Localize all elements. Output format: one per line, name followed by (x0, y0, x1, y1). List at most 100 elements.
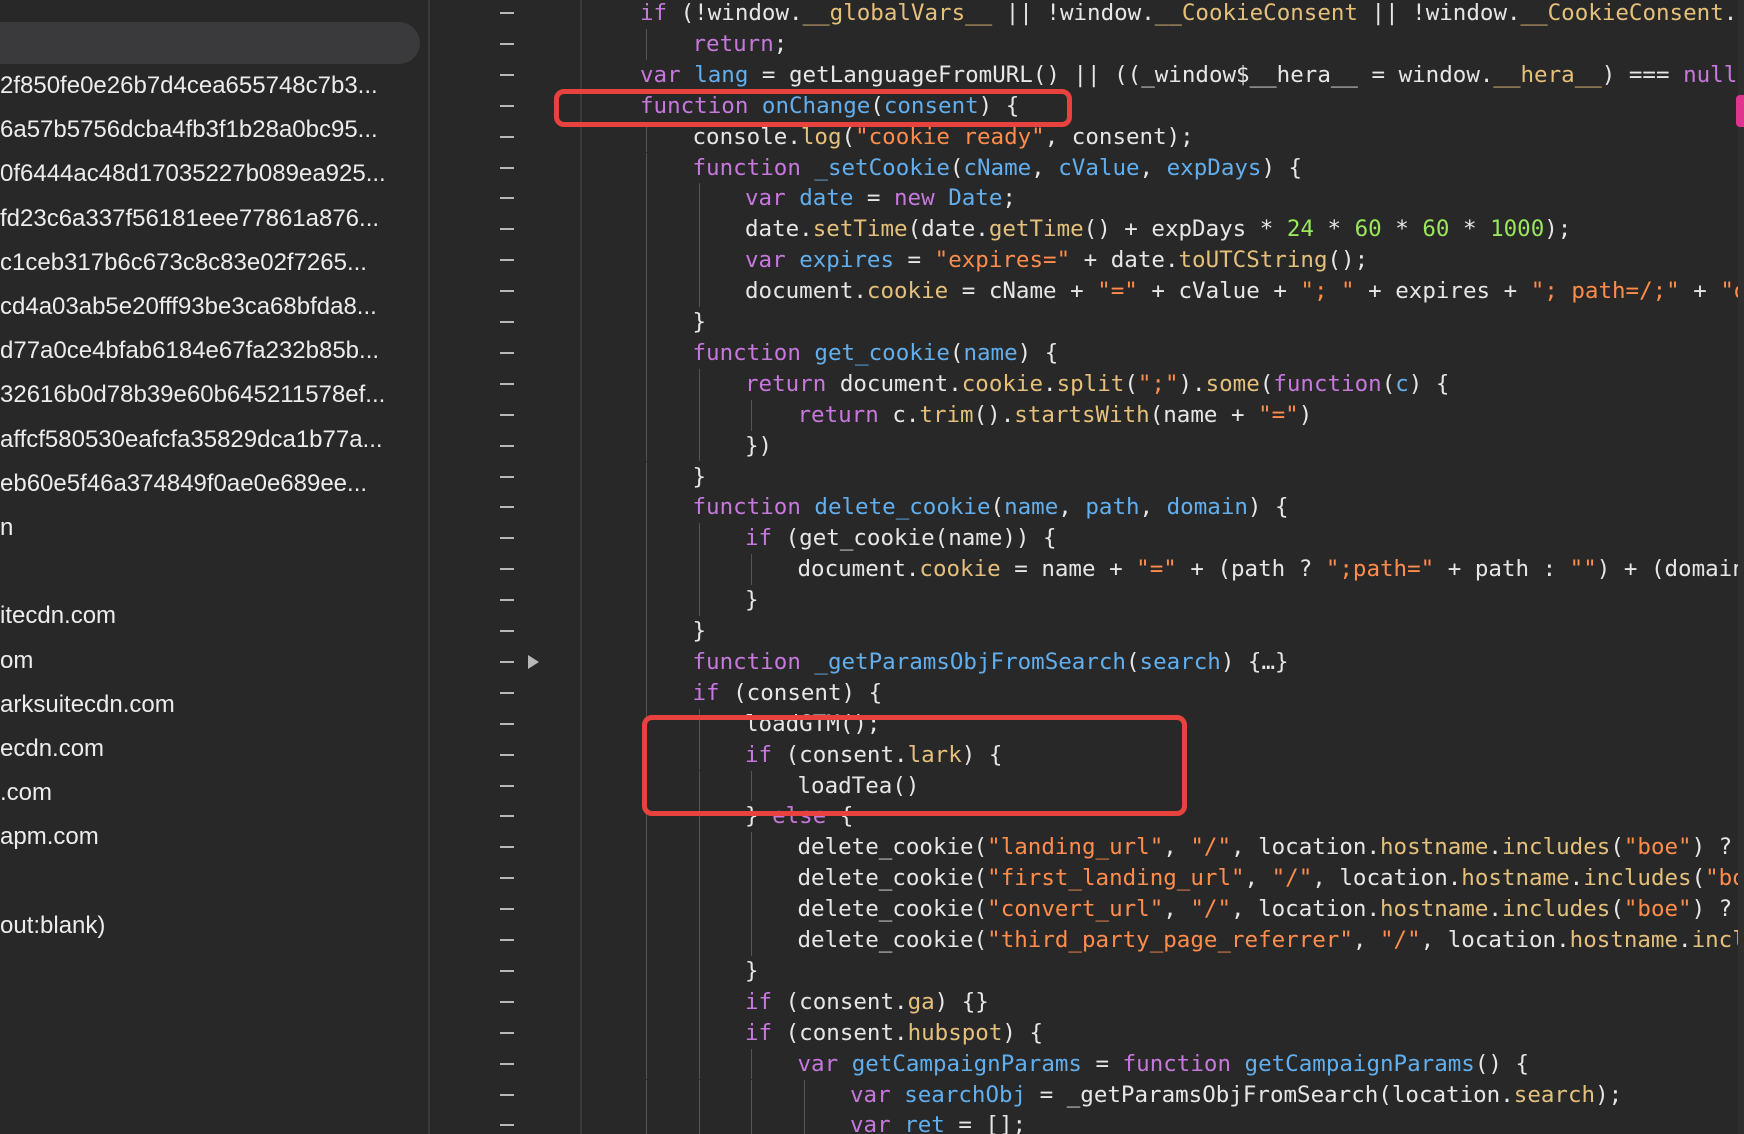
code-line[interactable]: delete_cookie("first_landing_url", "/", … (430, 863, 1744, 895)
indent-guide (646, 955, 647, 987)
code-token: ( (949, 339, 964, 366)
code-line[interactable]: if (consent.ga) {} (430, 986, 1744, 1018)
source-file-item[interactable]: .com (0, 773, 420, 813)
code-token: = (1081, 1050, 1123, 1077)
code-line[interactable]: var ret = []; (430, 1110, 1744, 1134)
code-line[interactable]: } (430, 616, 1744, 647)
indent-guide (698, 832, 700, 864)
code-line[interactable]: delete_cookie("third_party_page_referrer… (430, 925, 1744, 956)
code-line[interactable]: if (consent.lark) { (430, 739, 1744, 771)
code-text: delete_cookie("first_landing_url", "/", … (798, 863, 1744, 894)
code-token: ) {…} (1220, 648, 1289, 675)
code-line[interactable]: console.log("cookie ready", consent); (430, 121, 1744, 153)
code-line[interactable]: var date = new Date; (430, 183, 1744, 215)
code-line[interactable]: function _getParamsObjFromSearch(search)… (430, 646, 1744, 678)
code-token: if (745, 525, 773, 552)
indent-guide (646, 1048, 647, 1080)
code-line[interactable]: delete_cookie("convert_url", "/", locati… (430, 894, 1744, 925)
code-line[interactable]: function _setCookie(cName, cValue, expDa… (430, 152, 1744, 184)
code-line[interactable]: if (!window.__globalVars__ || !window.__… (430, 0, 1744, 29)
code-token: ( (841, 123, 856, 150)
code-line[interactable]: var expires = "expires=" + date.toUTCStr… (430, 245, 1744, 277)
source-file-item[interactable]: arksuitecdn.com (0, 685, 420, 725)
source-file-item[interactable]: 6a57b5756dcba4fb3f1b28a0bc95... (0, 110, 420, 150)
source-file-item[interactable]: itecdn.com (0, 596, 420, 636)
code-line[interactable]: if (consent.hubspot) { (430, 1017, 1744, 1049)
code-line[interactable]: } (430, 307, 1744, 338)
code-token: ( (990, 494, 1005, 521)
source-file-item[interactable]: affcf580530eafcfa35829dca1b77a... (0, 420, 420, 460)
code-line[interactable]: var lang = getLanguageFromURL() || ((_wi… (430, 60, 1744, 91)
indent-guide (646, 307, 647, 338)
code-line[interactable]: document.cookie = cName + "=" + cValue +… (430, 276, 1744, 307)
code-line[interactable]: document.cookie = name + "=" + (path ? "… (430, 554, 1744, 586)
source-file-item[interactable]: c1ceb317b6c673c8c83e02f7265... (0, 243, 420, 283)
source-file-item[interactable]: out:blank) (0, 906, 420, 946)
source-file-item[interactable]: apm.com (0, 817, 420, 857)
line-gutter-marker (500, 1093, 514, 1096)
code-token: "; path=/;" (1530, 278, 1680, 305)
source-file-item[interactable]: om (0, 641, 420, 681)
code-line[interactable]: function onChange(consent) { (430, 91, 1744, 122)
line-gutter-marker (500, 908, 514, 911)
source-file-item[interactable]: ecdn.com (0, 729, 420, 769)
code-token: ( (1259, 370, 1274, 397)
code-editor[interactable]: if (!window.__globalVars__ || !window.__… (430, 0, 1744, 1134)
code-line[interactable]: if (get_cookie(name)) { (430, 523, 1744, 555)
code-line[interactable]: if (consent) { (430, 677, 1744, 709)
code-line[interactable]: loadGTM(); (430, 708, 1744, 740)
code-line[interactable]: } (430, 461, 1744, 493)
source-file-item[interactable]: d77a0ce4bfab6184e67fa232b85b... (0, 331, 420, 371)
code-token: ) ? (1691, 896, 1744, 923)
code-text: console.log("cookie ready", consent); (693, 122, 1194, 153)
code-line[interactable]: return c.trim().startsWith(name + "=") (430, 399, 1744, 431)
code-line[interactable]: var getCampaignParams = function getCamp… (430, 1048, 1744, 1080)
code-text: var getCampaignParams = function getCamp… (798, 1049, 1530, 1080)
code-token: () + expDays * (1083, 216, 1287, 243)
source-file-item[interactable] (0, 862, 420, 902)
indent-guide (698, 585, 700, 616)
code-token: = name + (1000, 556, 1137, 583)
code-token: log (800, 123, 842, 150)
code-token: (name + (1149, 401, 1259, 428)
code-token: var (640, 61, 681, 88)
code-token: toUTCString (1178, 247, 1328, 274)
code-token: = (894, 247, 935, 274)
code-line[interactable]: } (430, 585, 1744, 616)
code-token: return (797, 401, 879, 428)
code-token: } (745, 803, 773, 830)
code-line[interactable]: return document.cookie.split(";").some(f… (430, 368, 1744, 400)
source-file-item[interactable]: cd4a03ab5e20fff93be3ca68bfda8... (0, 287, 420, 327)
code-line[interactable]: var searchObj = _getParamsObjFromSearch(… (430, 1079, 1744, 1111)
code-token: (consent) { (719, 679, 883, 706)
code-line[interactable]: delete_cookie("landing_url", "/", locati… (430, 832, 1744, 864)
code-text: } (745, 956, 759, 987)
code-token: || !window. (1357, 0, 1521, 26)
source-file-item[interactable]: 2f850fe0e26b7d4cea655748c7b3... (0, 66, 420, 106)
source-file-item[interactable]: eb60e5f46a374849f0ae0e689ee... (0, 464, 420, 504)
indent-guide (698, 1110, 700, 1134)
fold-expand-icon[interactable] (528, 654, 539, 669)
code-line[interactable]: } else { (430, 801, 1744, 833)
source-file-item[interactable] (0, 552, 420, 592)
code-line[interactable]: loadTea() (430, 770, 1744, 802)
editor-scrollbar[interactable] (1738, 0, 1744, 1134)
source-file-item[interactable]: 0f6444ac48d17035227b089ea925... (0, 154, 420, 194)
code-line[interactable]: }) (430, 430, 1744, 462)
code-token: , (1163, 834, 1191, 861)
code-token: (!window. (667, 0, 803, 26)
code-line[interactable]: function delete_cookie(name, path, domai… (430, 492, 1744, 524)
code-text: if (get_cookie(name)) { (745, 523, 1057, 554)
code-token: ";" (1137, 370, 1179, 397)
sidebar-filter-input[interactable] (0, 22, 420, 64)
code-token: cookie (919, 556, 1001, 583)
code-line[interactable]: date.setTime(date.getTime() + expDays * … (430, 214, 1744, 246)
code-line[interactable]: function get_cookie(name) { (430, 337, 1744, 369)
source-file-item[interactable]: n (0, 508, 420, 548)
indent-guide (698, 708, 700, 740)
source-file-item[interactable]: 32616b0d78b39e60b645211578ef... (0, 375, 420, 415)
code-line[interactable]: return; (430, 28, 1744, 60)
code-line[interactable]: } (430, 955, 1744, 987)
source-file-item[interactable]: fd23c6a337f56181eee77861a876... (0, 199, 420, 239)
line-gutter-marker (500, 166, 514, 169)
